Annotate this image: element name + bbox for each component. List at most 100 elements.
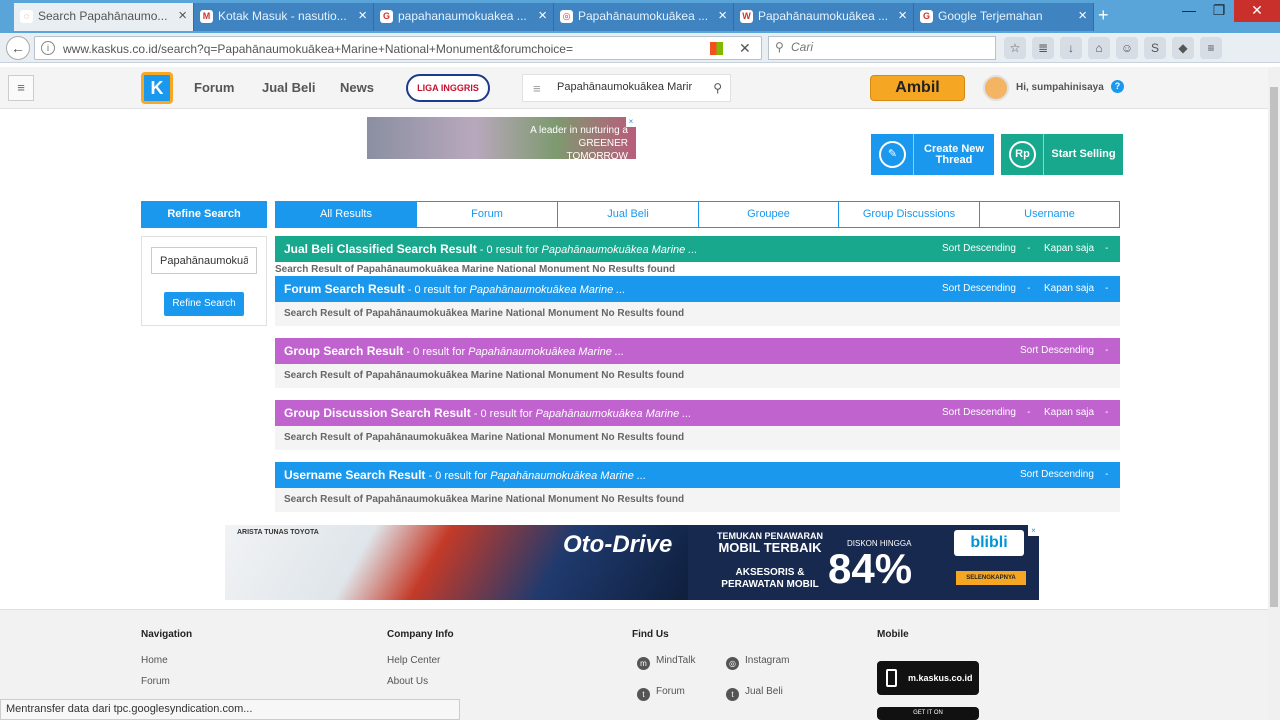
site-search-input[interactable]	[557, 81, 707, 93]
tab-title: Papahānaumokuākea ...	[758, 9, 889, 23]
chevron-down-icon: -	[1027, 243, 1031, 254]
home-icon[interactable]: ⌂	[1088, 37, 1110, 59]
browser-tab-gmail[interactable]: M Kotak Masuk - nasutio... ×	[194, 3, 374, 31]
pocket-icon[interactable]: ◆	[1172, 37, 1194, 59]
search-category-icon[interactable]: ≡	[533, 81, 541, 96]
refine-search-input[interactable]	[151, 247, 257, 274]
time-dropdown[interactable]: Kapan saja -	[1044, 243, 1109, 254]
star-icon[interactable]: ☆	[1004, 37, 1026, 59]
footer-link-help-center[interactable]: Help Center	[387, 655, 440, 666]
smiley-icon[interactable]: ☺	[1116, 37, 1138, 59]
tab-all-results[interactable]: All Results	[275, 201, 417, 228]
tab-groupee[interactable]: Groupee	[698, 201, 839, 228]
minimize-icon[interactable]: —	[1174, 0, 1204, 22]
phone-icon	[886, 669, 897, 687]
nav-forum[interactable]: Forum	[194, 80, 234, 95]
close-icon[interactable]: ×	[358, 7, 367, 24]
close-icon[interactable]: ×	[718, 7, 727, 24]
menu-icon[interactable]: ≡	[1200, 37, 1222, 59]
tab-forum[interactable]: Forum	[416, 201, 558, 228]
browser-search-box[interactable]: ⚲	[768, 36, 996, 60]
url-text[interactable]: www.kaskus.co.id/search?q=Papahānaumokuā…	[63, 42, 573, 56]
sort-label: Sort Descending	[1020, 345, 1094, 356]
ad-close-icon[interactable]: ×	[626, 117, 636, 127]
user-greeting[interactable]: Hi, sumpahinisaya	[1016, 82, 1104, 93]
footer-link-forum[interactable]: Forum	[141, 676, 170, 687]
footer-link-twitter-forum[interactable]: t Forum	[637, 686, 685, 701]
sort-dropdown[interactable]: Sort Descending -	[942, 407, 1030, 418]
hamburger-menu-icon[interactable]: ≡	[8, 75, 34, 101]
tab-title: papahanaumokuakea ...	[398, 9, 527, 23]
sort-dropdown[interactable]: Sort Descending -	[942, 243, 1030, 254]
refine-search-button[interactable]: Refine Search	[164, 292, 244, 316]
footer-link-instagram[interactable]: ◎ Instagram	[726, 655, 789, 670]
maximize-icon[interactable]: ❐	[1204, 0, 1234, 22]
sort-dropdown[interactable]: Sort Descending -	[942, 283, 1030, 294]
button-label: Start Selling	[1051, 148, 1116, 160]
browser-tab-wikipedia[interactable]: W Papahānaumokuākea ... ×	[734, 3, 914, 31]
rupiah-icon: Rp	[1009, 141, 1036, 168]
browser-tab-translate[interactable]: G Google Terjemahan ×	[914, 3, 1094, 31]
username-result-body: Search Result of Papahānaumokuākea Marin…	[275, 488, 1120, 512]
kaskus-logo[interactable]: K	[141, 72, 173, 104]
search-icon[interactable]: ⚲	[713, 81, 722, 95]
addon-icon[interactable]: S	[1144, 37, 1166, 59]
back-arrow-icon[interactable]: ←	[6, 36, 30, 60]
sort-dropdown[interactable]: Sort Descending -	[1020, 469, 1108, 480]
query-text: Papahānaumokuākea Marine ...	[469, 284, 626, 296]
info-icon[interactable]: i	[41, 41, 55, 55]
time-label: Kapan saja	[1044, 243, 1095, 254]
jual-beli-result-header: Jual Beli Classified Search Result - 0 r…	[275, 236, 1120, 262]
help-icon[interactable]: ?	[1111, 80, 1124, 93]
extension-icon[interactable]	[710, 42, 723, 55]
close-window-icon[interactable]: ✕	[1234, 0, 1280, 22]
result-count: - 0 result for	[470, 408, 536, 420]
address-bar[interactable]: i www.kaskus.co.id/search?q=Papahānaumok…	[34, 36, 762, 60]
start-selling-button[interactable]: Rp Start Selling	[1001, 134, 1123, 175]
nav-jual-beli[interactable]: Jual Beli	[262, 80, 315, 95]
footer-link-about-us[interactable]: About Us	[387, 676, 428, 687]
sort-dropdown[interactable]: Sort Descending -	[1020, 345, 1108, 356]
stop-icon[interactable]: ✕	[739, 40, 751, 57]
close-icon[interactable]: ×	[538, 7, 547, 24]
bottom-banner-ad[interactable]: ARISTA TUNAS TOYOTA Oto-Drive TEMUKAN PE…	[225, 525, 1039, 600]
browser-tab-search[interactable]: ◌ Search Papahānaumo... ×	[14, 3, 194, 31]
browser-tab-google[interactable]: G papahanaumokuakea ... ×	[374, 3, 554, 31]
ad-close-icon[interactable]: ×	[1028, 525, 1039, 536]
browser-tabstrip: ◌ Search Papahānaumo... × M Kotak Masuk …	[0, 0, 1280, 33]
close-icon[interactable]: ×	[898, 7, 907, 24]
ambil-button[interactable]: Ambil	[870, 75, 965, 101]
create-new-thread-button[interactable]: ✎ Create New Thread	[871, 134, 994, 175]
chevron-down-icon: -	[1105, 283, 1109, 294]
result-count: - 0 result for	[403, 346, 469, 358]
browser-search-input[interactable]	[791, 40, 991, 54]
tab-username[interactable]: Username	[979, 201, 1120, 228]
footer-link-mindtalk[interactable]: m MindTalk	[637, 655, 695, 670]
time-dropdown[interactable]: Kapan saja -	[1044, 283, 1109, 294]
tab-title: Google Terjemahan	[938, 9, 1043, 23]
search-icon: ⚲	[775, 40, 784, 54]
ad-cta-button[interactable]: SELENGKAPNYA	[956, 571, 1026, 585]
top-banner-ad[interactable]: A leader in nurturing a GREENER TOMORROW…	[367, 117, 636, 162]
new-tab-icon[interactable]: +	[1098, 5, 1109, 26]
mobile-site-badge[interactable]: m.kaskus.co.id	[877, 661, 979, 695]
avatar[interactable]	[983, 75, 1009, 101]
browser-tab-papahanaumokuakea[interactable]: ◎ Papahānaumokuākea ... ×	[554, 3, 734, 31]
nav-news[interactable]: News	[340, 80, 374, 95]
close-icon[interactable]: ×	[1078, 7, 1087, 24]
group-discussion-result-body: Search Result of Papahānaumokuākea Marin…	[275, 426, 1120, 450]
footer-link-twitter-jualbeli[interactable]: t Jual Beli	[726, 686, 783, 701]
close-icon[interactable]: ×	[178, 7, 187, 24]
time-dropdown[interactable]: Kapan saja -	[1044, 407, 1109, 418]
browser-status-bar: Mentransfer data dari tpc.googlesyndicat…	[0, 699, 460, 720]
page-scrollbar[interactable]	[1268, 67, 1280, 720]
tab-jual-beli[interactable]: Jual Beli	[557, 201, 699, 228]
result-count: - 0 result for	[476, 244, 542, 256]
footer-link-home[interactable]: Home	[141, 655, 168, 666]
download-icon[interactable]: ↓	[1060, 37, 1082, 59]
google-play-badge[interactable]: GET IT ON	[877, 707, 979, 720]
reading-list-icon[interactable]: ≣	[1032, 37, 1054, 59]
scrollbar-thumb[interactable]	[1270, 87, 1278, 607]
liga-inggris-logo[interactable]: LIGA INGGRIS	[406, 74, 490, 102]
tab-group-discussions[interactable]: Group Discussions	[838, 201, 980, 228]
